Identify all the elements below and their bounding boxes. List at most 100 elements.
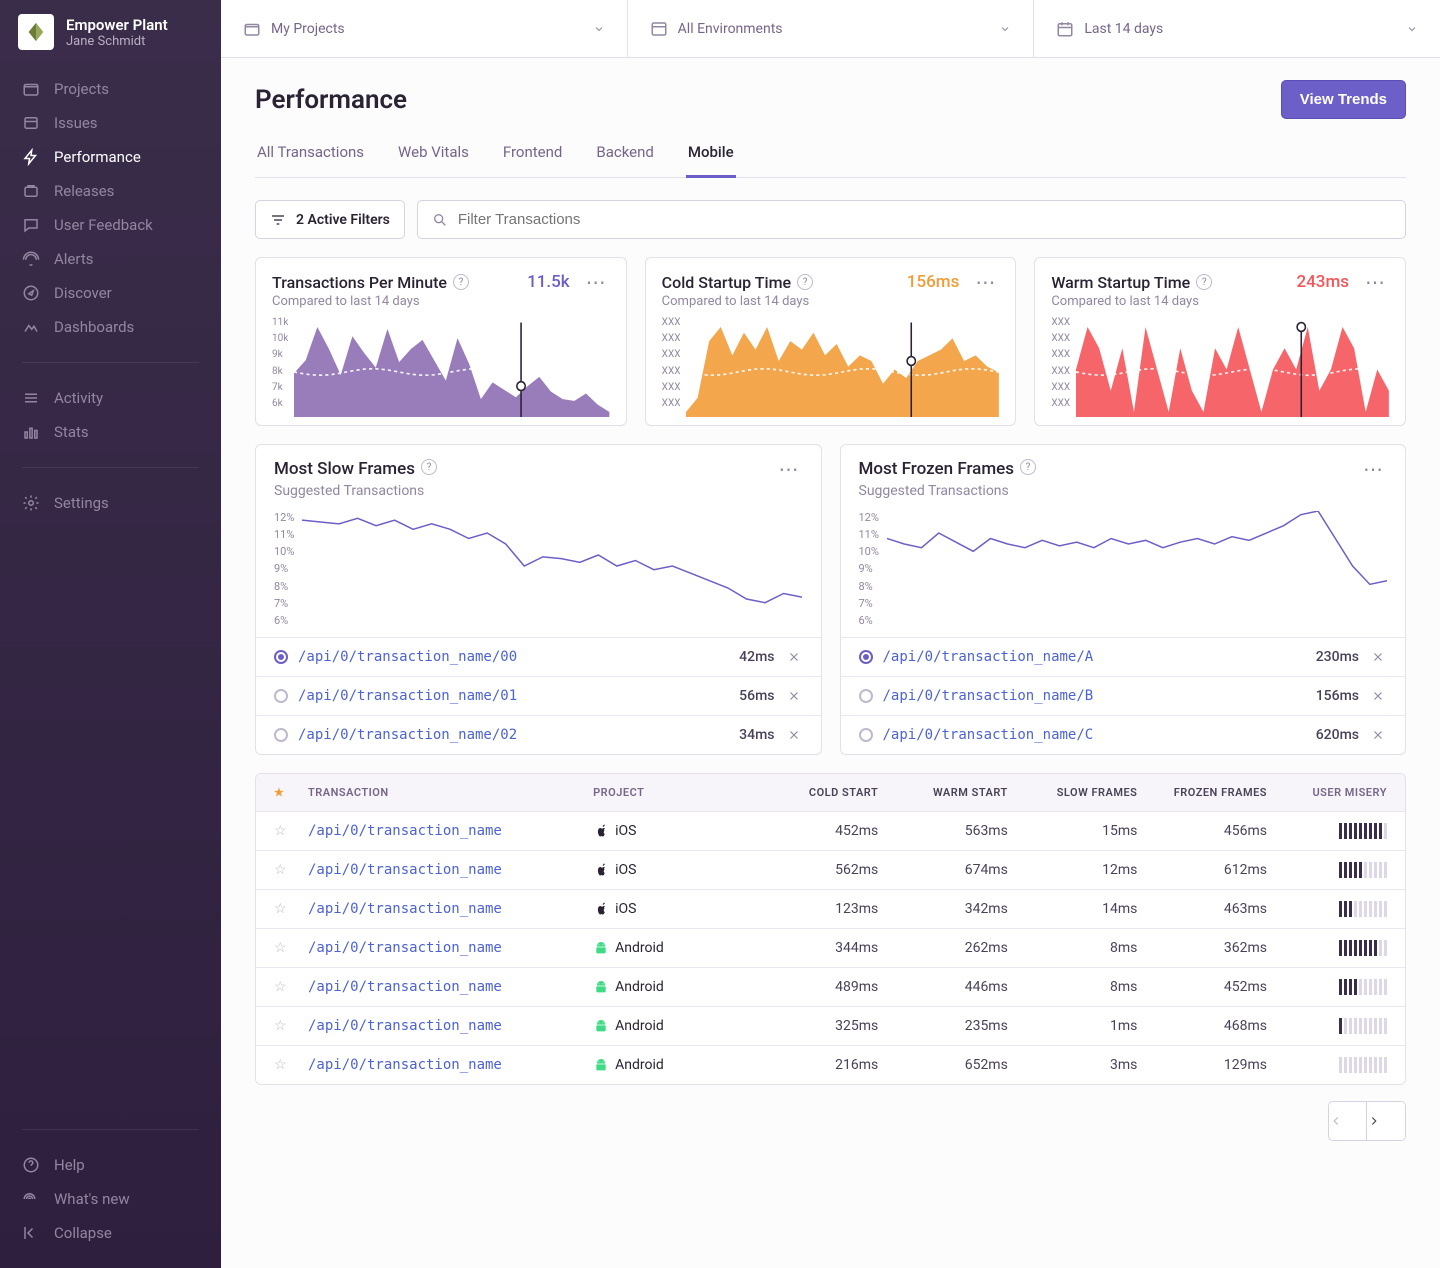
- tab-backend[interactable]: Backend: [594, 133, 656, 177]
- transaction-link[interactable]: /api/0/transaction_name/01: [298, 688, 517, 704]
- sidebar-item-releases[interactable]: Releases: [0, 174, 221, 208]
- tab-frontend[interactable]: Frontend: [501, 133, 564, 177]
- more-menu-button[interactable]: ⋯: [1359, 459, 1387, 479]
- vital-chart[interactable]: [1076, 317, 1389, 417]
- suggested-transaction-row[interactable]: /api/0/transaction_name/01 56ms: [256, 676, 821, 715]
- sidebar-item-what-s-new[interactable]: What's new: [0, 1182, 221, 1216]
- panel-chart[interactable]: [887, 511, 1387, 627]
- radio-icon[interactable]: [859, 650, 873, 664]
- sidebar-item-performance[interactable]: Performance: [0, 140, 221, 174]
- help-icon[interactable]: ?: [1020, 459, 1036, 475]
- table-header-star[interactable]: ★: [274, 786, 308, 799]
- help-icon[interactable]: ?: [1196, 274, 1212, 290]
- environment-selector[interactable]: All Environments: [628, 0, 1035, 57]
- transaction-link[interactable]: /api/0/transaction_name: [308, 901, 502, 917]
- tab-all-transactions[interactable]: All Transactions: [255, 133, 366, 177]
- star-button[interactable]: ☆: [274, 940, 287, 956]
- close-icon[interactable]: [1369, 650, 1387, 664]
- radio-icon[interactable]: [859, 728, 873, 742]
- y-tick: 6%: [859, 614, 879, 627]
- more-menu-button[interactable]: ⋯: [971, 272, 999, 292]
- table-header-transaction[interactable]: TRANSACTION: [308, 786, 593, 799]
- transaction-link[interactable]: /api/0/transaction_name/00: [298, 649, 517, 665]
- project-icon: [243, 20, 261, 38]
- close-icon[interactable]: [785, 728, 803, 742]
- transaction-link[interactable]: /api/0/transaction_name: [308, 979, 502, 995]
- more-menu-button[interactable]: ⋯: [775, 459, 803, 479]
- active-filters-button[interactable]: 2 Active Filters: [255, 200, 405, 239]
- star-button[interactable]: ☆: [274, 1057, 287, 1073]
- suggested-transaction-row[interactable]: /api/0/transaction_name/00 42ms: [256, 637, 821, 676]
- vital-chart[interactable]: [686, 317, 999, 417]
- star-button[interactable]: ☆: [274, 862, 287, 878]
- transaction-link[interactable]: /api/0/transaction_name/B: [883, 688, 1094, 704]
- user-misery-bars: [1339, 940, 1387, 956]
- help-icon[interactable]: ?: [453, 274, 469, 290]
- suggested-transaction-row[interactable]: /api/0/transaction_name/A 230ms: [841, 637, 1406, 676]
- radio-icon[interactable]: [274, 650, 288, 664]
- close-icon[interactable]: [1369, 728, 1387, 742]
- table-header-cold[interactable]: COLD START: [749, 786, 879, 799]
- issues-icon: [22, 114, 40, 132]
- vital-chart[interactable]: [294, 317, 609, 417]
- suggested-transaction-row[interactable]: /api/0/transaction_name/02 34ms: [256, 715, 821, 754]
- project-selector[interactable]: My Projects: [221, 0, 628, 57]
- sidebar-item-user-feedback[interactable]: User Feedback: [0, 208, 221, 242]
- sidebar-item-help[interactable]: Help: [0, 1148, 221, 1182]
- sidebar-item-discover[interactable]: Discover: [0, 276, 221, 310]
- sidebar-item-dashboards[interactable]: Dashboards: [0, 310, 221, 344]
- discover-icon: [22, 284, 40, 302]
- table-header-slow[interactable]: SLOW FRAMES: [1008, 786, 1138, 799]
- view-trends-button[interactable]: View Trends: [1281, 80, 1406, 119]
- prev-page-button[interactable]: [1329, 1102, 1367, 1140]
- sidebar-item-stats[interactable]: Stats: [0, 415, 221, 449]
- transaction-link[interactable]: /api/0/transaction_name: [308, 1057, 502, 1073]
- sidebar-item-activity[interactable]: Activity: [0, 381, 221, 415]
- star-button[interactable]: ☆: [274, 1018, 287, 1034]
- table-header-warm[interactable]: WARM START: [878, 786, 1008, 799]
- transaction-link[interactable]: /api/0/transaction_name: [308, 940, 502, 956]
- close-icon[interactable]: [1369, 689, 1387, 703]
- suggested-transaction-row[interactable]: /api/0/transaction_name/B 156ms: [841, 676, 1406, 715]
- radio-icon[interactable]: [274, 689, 288, 703]
- transaction-link[interactable]: /api/0/transaction_name/02: [298, 727, 517, 743]
- project-name: Android: [615, 1018, 664, 1034]
- sidebar-item-alerts[interactable]: Alerts: [0, 242, 221, 276]
- help-icon[interactable]: ?: [797, 274, 813, 290]
- transaction-link[interactable]: /api/0/transaction_name: [308, 1018, 502, 1034]
- next-page-button[interactable]: [1367, 1102, 1405, 1140]
- user-misery-bars: [1339, 1018, 1387, 1034]
- suggested-transaction-row[interactable]: /api/0/transaction_name/C 620ms: [841, 715, 1406, 754]
- radio-icon[interactable]: [859, 689, 873, 703]
- nav-label: Alerts: [54, 250, 94, 268]
- transaction-link[interactable]: /api/0/transaction_name: [308, 823, 502, 839]
- table-header-misery[interactable]: USER MISERY: [1267, 786, 1387, 799]
- table-header-frozen[interactable]: FROZEN FRAMES: [1137, 786, 1267, 799]
- panel-chart[interactable]: [302, 511, 802, 627]
- project-name: Android: [615, 940, 664, 956]
- more-menu-button[interactable]: ⋯: [582, 272, 610, 292]
- sidebar-item-issues[interactable]: Issues: [0, 106, 221, 140]
- org-switcher[interactable]: Empower Plant Jane Schmidt: [0, 0, 221, 64]
- close-icon[interactable]: [785, 689, 803, 703]
- page-title: Performance: [255, 85, 407, 115]
- sidebar-item-settings[interactable]: Settings: [0, 486, 221, 520]
- tab-mobile[interactable]: Mobile: [686, 133, 736, 178]
- star-button[interactable]: ☆: [274, 979, 287, 995]
- help-icon[interactable]: ?: [421, 459, 437, 475]
- sidebar-item-projects[interactable]: Projects: [0, 72, 221, 106]
- transaction-link[interactable]: /api/0/transaction_name/A: [883, 649, 1094, 665]
- radio-icon[interactable]: [274, 728, 288, 742]
- transaction-link[interactable]: /api/0/transaction_name/C: [883, 727, 1094, 743]
- sidebar-item-collapse[interactable]: Collapse: [0, 1216, 221, 1250]
- more-menu-button[interactable]: ⋯: [1361, 272, 1389, 292]
- daterange-selector[interactable]: Last 14 days: [1034, 0, 1440, 57]
- table-header-project[interactable]: PROJECT: [593, 786, 749, 799]
- filter-transactions-input[interactable]: [417, 200, 1406, 239]
- tab-web-vitals[interactable]: Web Vitals: [396, 133, 471, 177]
- star-button[interactable]: ☆: [274, 823, 287, 839]
- transaction-link[interactable]: /api/0/transaction_name: [308, 862, 502, 878]
- star-button[interactable]: ☆: [274, 901, 287, 917]
- filter-transactions-field[interactable]: [458, 211, 1391, 228]
- close-icon[interactable]: [785, 650, 803, 664]
